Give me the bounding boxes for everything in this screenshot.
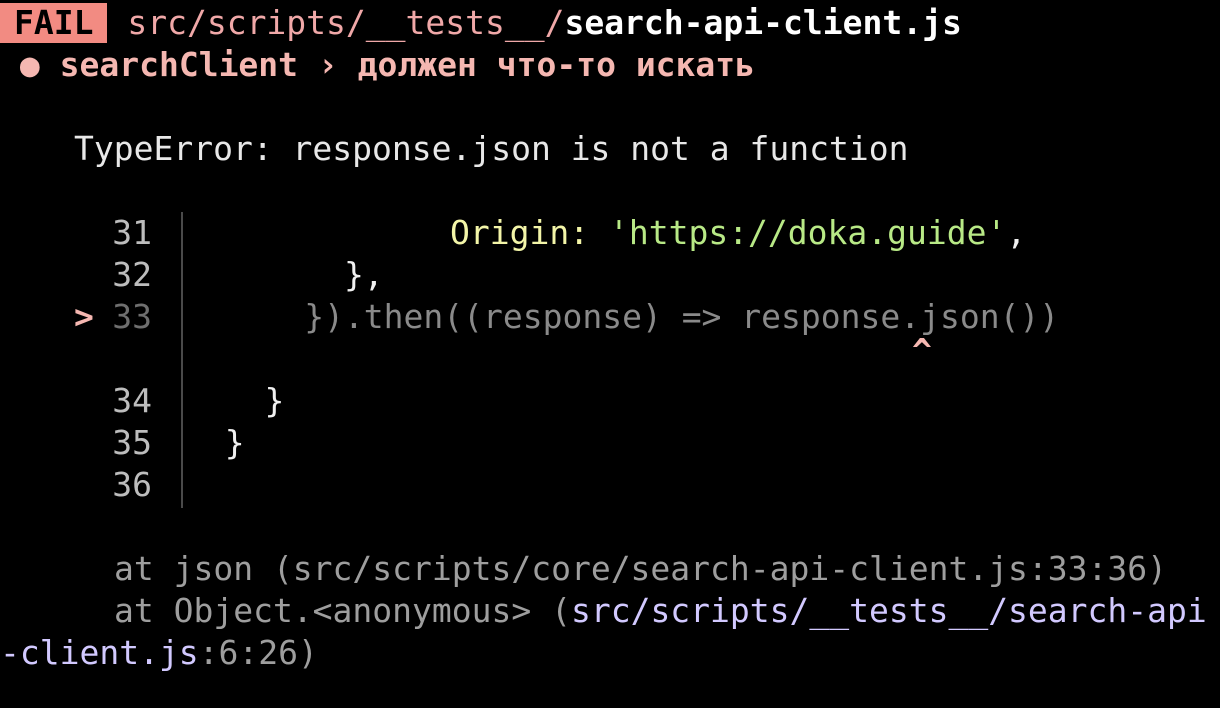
code-string: 'https://doka.guide' [608,213,1007,252]
code-line-31: 31 Origin: 'https://doka.guide', [0,212,1026,254]
test-file-path-prefix[interactable]: src/scripts/__tests__/ [127,3,564,42]
code-line-35: 35 } [0,422,245,464]
line-number: 32 [112,255,152,294]
stack-frame-prefix: at Object.<anonymous> ( [114,591,571,630]
stack-frame-link[interactable]: src/scripts/__tests__/search-api [571,591,1207,630]
code-line-34: 34 } [0,380,284,422]
stack-frame-1[interactable]: at json (src/scripts/core/search-api-cli… [114,548,1167,590]
code-line-36: 36 [0,464,185,506]
chevron-right-icon: › [317,45,338,84]
stack-frame-2-wrap: -client.js:6:26) [0,632,318,674]
line-number: 34 [112,381,152,420]
code-text: } [185,381,285,420]
code-key: Origin: [450,213,609,252]
line-number: 31 [112,213,152,252]
code-line-32: 32 }, [0,254,384,296]
error-line-marker: > [74,297,94,336]
fail-badge: FAIL [0,3,108,43]
suite-name: searchClient [59,45,299,84]
stack-frame-link-continued[interactable]: -client.js [0,633,199,672]
test-file-name[interactable]: search-api-client.js [564,3,961,42]
stack-frame-suffix: :6:26) [198,633,318,672]
code-text: } [185,423,245,462]
bullet-icon: ● [19,45,40,84]
test-name: должен что-то искать [357,45,756,84]
caret-icon: ^ [912,331,932,370]
line-number: 35 [112,423,152,462]
code-tail: , [1006,213,1027,252]
test-file-header: FAIL src/scripts/__tests__/search-api-cl… [0,2,962,44]
line-number: 36 [112,465,152,504]
stack-frame-2: at Object.<anonymous> (src/scripts/__tes… [114,590,1207,632]
test-title: ● searchClient › должен что-то искать [0,44,755,86]
code-text: }, [185,255,384,294]
code-line-33: >33 }).then((response) => response.json(… [0,296,1059,338]
error-message: TypeError: response.json is not a functi… [74,129,909,168]
error-caret: ^ [912,330,932,372]
